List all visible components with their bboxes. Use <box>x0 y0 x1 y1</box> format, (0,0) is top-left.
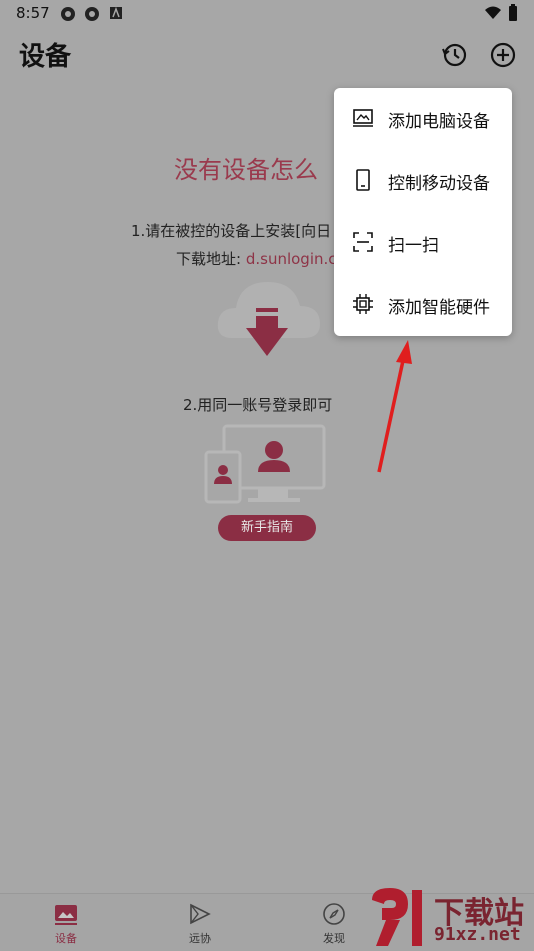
page-title: 设备 <box>19 42 72 72</box>
status-time: 8:57 <box>16 4 50 22</box>
add-device-menu: 添加电脑设备 控制移动设备 扫一扫 添加智能硬件 <box>334 88 512 336</box>
menu-item-label: 添加智能硬件 <box>388 298 490 318</box>
add-icon[interactable] <box>488 40 518 70</box>
empty-state-title: 没有设备怎么 <box>174 156 318 184</box>
nav-label: 设备 <box>55 932 77 945</box>
devices-illustration <box>204 424 326 504</box>
menu-item-add-smart-hardware[interactable]: 添加智能硬件 <box>334 274 512 336</box>
watermark-logo <box>372 888 422 946</box>
nav-item-remote[interactable]: 远协 <box>150 894 250 951</box>
history-icon[interactable] <box>440 40 470 70</box>
nav-item-devices[interactable]: 设备 <box>16 894 116 951</box>
watermark: 下载站 91xz.net <box>362 884 534 950</box>
computer-icon <box>353 109 373 127</box>
annotation-arrow <box>377 340 412 473</box>
notification-icon <box>61 7 75 21</box>
chip-icon <box>353 294 373 314</box>
menu-item-control-mobile[interactable]: 控制移动设备 <box>334 150 512 212</box>
menu-item-add-computer[interactable]: 添加电脑设备 <box>334 88 512 150</box>
phone-icon <box>356 169 370 191</box>
menu-item-label: 添加电脑设备 <box>388 112 490 132</box>
scan-icon <box>353 232 373 252</box>
download-link[interactable]: d.sunlogin.c <box>246 250 337 268</box>
install-instruction: 1.请在被控的设备上安装[向日 <box>131 222 332 240</box>
download-line: 下载地址: d.sunlogin.c <box>176 248 337 269</box>
wifi-icon <box>485 6 501 19</box>
cloud-download-illustration <box>217 282 320 356</box>
guide-button[interactable]: 新手指南 <box>218 515 316 541</box>
menu-item-scan[interactable]: 扫一扫 <box>334 212 512 274</box>
remote-icon <box>190 903 211 925</box>
menu-item-label: 控制移动设备 <box>388 174 490 194</box>
watermark-site: 91xz.net <box>434 924 521 945</box>
compass-icon <box>323 903 345 925</box>
login-instruction: 2.用同一账号登录即可 <box>183 396 333 414</box>
app-notification-icon <box>110 6 122 19</box>
menu-item-label: 扫一扫 <box>388 236 439 256</box>
nav-label: 远协 <box>189 932 211 945</box>
status-bar: 8:57 <box>0 0 534 28</box>
battery-icon <box>509 4 517 21</box>
notification-icon <box>85 7 99 21</box>
download-label: 下载地址: <box>176 250 242 268</box>
device-icon <box>55 905 77 925</box>
